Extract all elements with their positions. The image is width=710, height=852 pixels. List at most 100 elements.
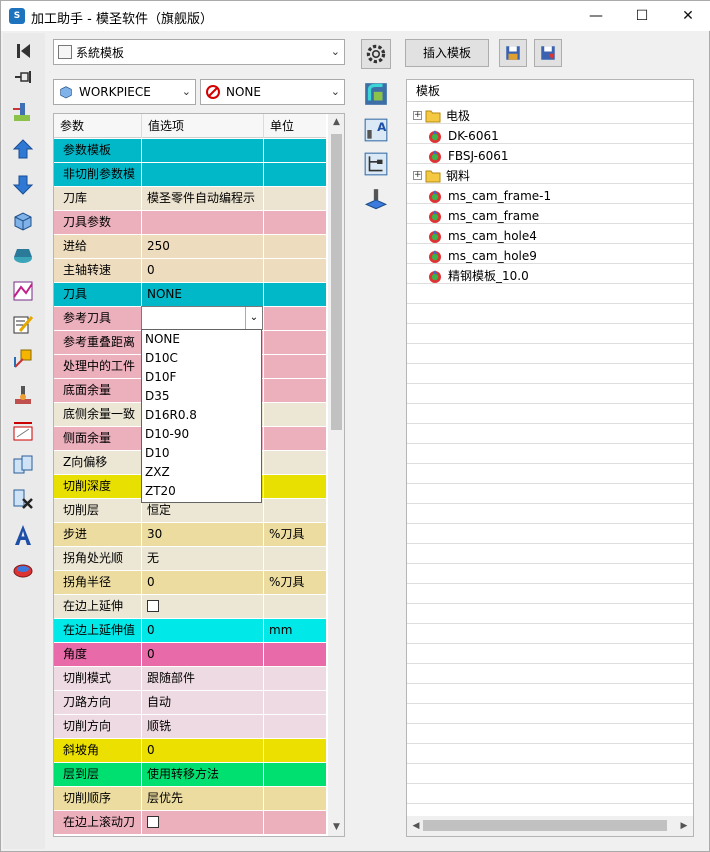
first-page-button[interactable] [9, 37, 37, 65]
param-value-cell[interactable] [142, 595, 264, 618]
tree-item[interactable]: 精钢模板_10.0 [427, 266, 529, 286]
table-row[interactable]: 角度 0 [54, 643, 326, 667]
move-up-button[interactable] [9, 135, 37, 163]
dropdown-option[interactable]: D35 [142, 387, 261, 406]
scroll-right-icon[interactable]: ▶ [677, 816, 691, 836]
param-value-cell[interactable]: 0 [142, 619, 264, 642]
geometry-combo[interactable]: NONE ⌄ [200, 79, 345, 105]
column-header-value[interactable]: 值选项 [142, 114, 264, 138]
machine-view-button[interactable] [361, 79, 391, 109]
measure-button[interactable] [9, 417, 37, 445]
scroll-left-icon[interactable]: ◀ [409, 816, 423, 836]
expand-icon[interactable]: + [413, 111, 422, 120]
scrollbar-thumb[interactable] [331, 134, 342, 430]
tree-item[interactable]: ms_cam_frame [427, 206, 539, 226]
settings-button[interactable] [361, 39, 391, 69]
minimize-button[interactable]: — [573, 1, 619, 31]
save-button[interactable] [499, 39, 527, 67]
tree-item[interactable]: DK-6061 [427, 126, 499, 146]
close-button[interactable]: ✕ [665, 1, 710, 31]
tree-folder[interactable]: 钢料 [425, 166, 470, 186]
param-value-cell[interactable]: 顺铣 [142, 715, 264, 738]
column-header-unit[interactable]: 单位 [264, 114, 326, 138]
dropdown-option[interactable]: ZT20 [142, 482, 261, 501]
dropdown-option[interactable]: ZXZ [142, 463, 261, 482]
horizontal-scrollbar[interactable]: ◀ ▶ [407, 816, 693, 836]
export-button[interactable] [9, 555, 37, 583]
move-down-button[interactable] [9, 171, 37, 199]
checkbox[interactable] [147, 815, 159, 828]
dropdown-option[interactable]: D10 [142, 444, 261, 463]
param-value-cell[interactable]: 30 [142, 523, 264, 546]
param-value-cell[interactable] [142, 211, 264, 234]
expand-icon[interactable]: + [413, 171, 422, 180]
table-row[interactable]: 进给 250 [54, 235, 326, 259]
table-row[interactable]: 参数模板 [54, 139, 326, 163]
param-value-cell[interactable]: 跟随部件 [142, 667, 264, 690]
solid-button[interactable] [9, 241, 37, 269]
chevron-down-icon[interactable]: ⌄ [245, 307, 262, 329]
table-row[interactable]: 拐角处光顺无 [54, 547, 326, 571]
param-value-cell[interactable] [142, 811, 264, 834]
param-value-cell[interactable]: 模圣零件自动编程示 [142, 187, 264, 210]
tree-item[interactable]: ms_cam_frame-1 [427, 186, 551, 206]
table-row[interactable]: 刀路方向 自动 [54, 691, 326, 715]
tree-header[interactable]: 模板 [407, 80, 693, 102]
table-row[interactable]: 在边上延伸值 0 mm [54, 619, 326, 643]
param-value-cell[interactable]: 层优先 [142, 787, 264, 810]
table-row[interactable]: 拐角半径 0 %刀具 [54, 571, 326, 595]
table-row[interactable]: 主轴转速 0 [54, 259, 326, 283]
table-row[interactable]: 刀库 模圣零件自动编程示 [54, 187, 326, 211]
param-value-cell[interactable]: 0 [142, 739, 264, 762]
dropdown-option[interactable]: D10-90 [142, 425, 261, 444]
scroll-down-icon[interactable]: ▼ [328, 819, 344, 836]
machine-axis-button[interactable] [361, 185, 391, 215]
scroll-up-icon[interactable]: ▲ [328, 114, 344, 131]
workpiece-combo[interactable]: WORKPIECE ⌄ [53, 79, 196, 105]
param-value-cell[interactable]: 自动 [142, 691, 264, 714]
tree-folder[interactable]: 电极 [425, 106, 470, 126]
toolpath-button[interactable] [9, 277, 37, 305]
maximize-button[interactable]: ☐ [619, 1, 665, 31]
table-row[interactable]: 刀具参数 [54, 211, 326, 235]
param-value-cell[interactable] [142, 139, 264, 162]
copy-button[interactable] [9, 451, 37, 479]
param-value-cell[interactable]: 250 [142, 235, 264, 258]
tree-item[interactable]: FBSJ-6061 [427, 146, 509, 166]
table-row[interactable]: 切削方向 顺铣 [54, 715, 326, 739]
table-row[interactable]: 非切削参数模 [54, 163, 326, 187]
template-combo[interactable]: 系統模板 ⌄ [53, 39, 345, 65]
table-row[interactable]: 切削模式 跟随部件 [54, 667, 326, 691]
cube-button[interactable] [9, 207, 37, 235]
table-row[interactable]: 刀具 NONE [54, 283, 326, 307]
param-value-cell[interactable]: 无 [142, 547, 264, 570]
param-value-cell[interactable]: 使用转移方法 [142, 763, 264, 786]
tree-item[interactable]: ms_cam_hole9 [427, 246, 537, 266]
table-row[interactable]: 斜坡角 0 [54, 739, 326, 763]
operation-tool-button[interactable] [9, 99, 37, 127]
delete-button[interactable] [9, 485, 37, 513]
table-row[interactable]: 在边上延伸 [54, 595, 326, 619]
dropdown-option[interactable]: D10C [142, 349, 261, 368]
dropdown-option[interactable]: D10F [142, 368, 261, 387]
transform-button[interactable] [9, 345, 37, 373]
param-value-cell[interactable] [142, 163, 264, 186]
table-row[interactable]: 步进 30 %刀具 [54, 523, 326, 547]
reference-tool-select[interactable]: ⌄ [141, 306, 263, 330]
table-row[interactable]: 切削顺序 层优先 [54, 787, 326, 811]
edit-button[interactable] [9, 311, 37, 339]
table-row[interactable]: 层到层 使用转移方法 [54, 763, 326, 787]
vertical-scrollbar[interactable]: ▲ ▼ [328, 114, 344, 836]
param-value-cell[interactable]: NONE [142, 283, 264, 306]
geometry-tree-button[interactable] [361, 149, 391, 179]
text-button[interactable] [9, 521, 37, 549]
param-value-cell[interactable]: 0 [142, 571, 264, 594]
tool-text-button[interactable]: A [361, 115, 391, 145]
save-as-button[interactable] [534, 39, 562, 67]
param-value-cell[interactable]: 0 [142, 259, 264, 282]
checkbox[interactable] [147, 599, 159, 612]
dropdown-option[interactable]: D16R0.8 [142, 406, 261, 425]
simulate-button[interactable] [9, 381, 37, 409]
dropdown-option[interactable]: NONE [142, 330, 261, 349]
scrollbar-thumb[interactable] [423, 820, 667, 831]
